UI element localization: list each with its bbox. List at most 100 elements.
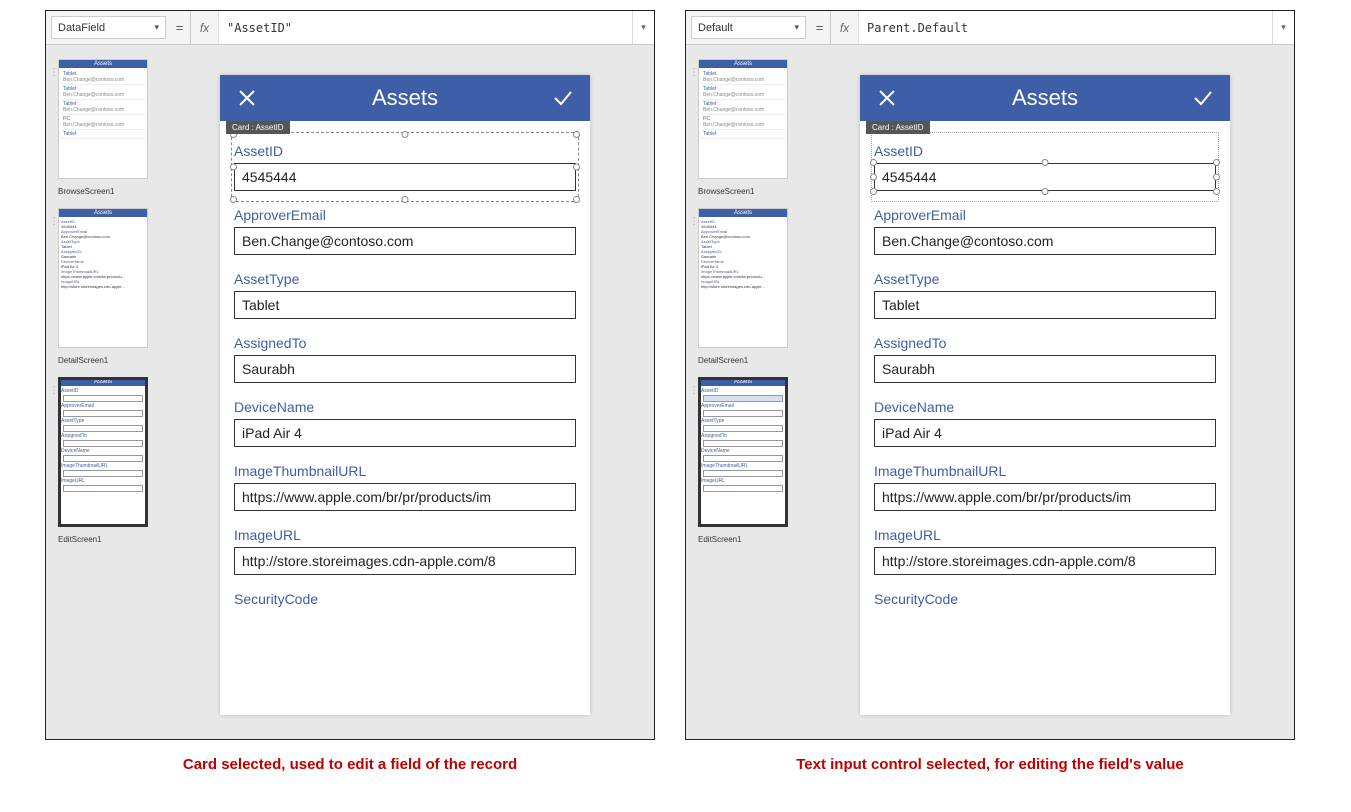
field-input[interactable] — [234, 291, 576, 319]
equals-button[interactable]: = — [809, 11, 831, 44]
check-icon[interactable] — [1190, 85, 1216, 111]
form-body: AssetID ApproverEmail AssetTyp — [220, 121, 590, 627]
thumb-label-browse: BrowseScreen1 — [58, 187, 152, 196]
field-label: ImageThumbnailURL — [234, 463, 576, 479]
formula-input[interactable]: Parent.Default — [859, 11, 1272, 44]
card-approveremail[interactable]: ApproverEmail — [234, 199, 576, 263]
right-caption: Text input control selected, for editing… — [685, 756, 1295, 773]
card-assettype[interactable]: AssetType — [234, 263, 576, 327]
card-assignedto[interactable]: AssignedTo — [234, 327, 576, 391]
field-input-assetid[interactable] — [234, 163, 576, 191]
formula-bar: DataField ▾ = fx "AssetID" ▾ — [46, 11, 654, 45]
thumb-header: Assets — [59, 378, 147, 386]
formula-input[interactable]: "AssetID" — [219, 11, 632, 44]
close-icon[interactable] — [234, 85, 260, 111]
field-label: AssetID — [874, 143, 1216, 159]
card-approveremail[interactable]: ApproverEmail — [874, 199, 1216, 263]
thumb-detail[interactable]: Assets AssetID4545444 ApproverEmailBen.C… — [698, 208, 788, 348]
left-caption: Card selected, used to edit a field of t… — [45, 756, 655, 773]
formula-bar: Default ▾ = fx Parent.Default ▾ — [686, 11, 1294, 45]
equals-button[interactable]: = — [169, 11, 191, 44]
screen-thumbnails: ⋯ Assets TabletBen.Change@contoso.com Ta… — [686, 45, 796, 739]
card-assetid[interactable]: AssetID — [874, 135, 1216, 199]
card-securitycode[interactable]: SecurityCode — [874, 583, 1216, 619]
card-badge: Card : AssetID — [866, 121, 930, 134]
chevron-down-icon: ▾ — [154, 22, 159, 33]
phone-header: Assets — [860, 75, 1230, 121]
thumb-label-edit: EditScreen1 — [58, 535, 152, 544]
thumb-header: Assets — [699, 378, 787, 386]
field-input[interactable] — [874, 291, 1216, 319]
field-input[interactable] — [234, 419, 576, 447]
field-label: ImageThumbnailURL — [874, 463, 1216, 479]
left-editor-panel: DataField ▾ = fx "AssetID" ▾ ⋯ Assets Ta… — [45, 10, 655, 740]
field-input[interactable] — [874, 483, 1216, 511]
field-input[interactable] — [874, 419, 1216, 447]
thumb-browse[interactable]: Assets TabletBen.Change@contoso.com Tabl… — [58, 59, 148, 179]
property-select-value: DataField — [58, 22, 105, 34]
card-badge: Card : AssetID — [226, 121, 290, 134]
thumb-header: Assets — [699, 60, 787, 68]
thumb-browse[interactable]: Assets TabletBen.Change@contoso.com Tabl… — [698, 59, 788, 179]
field-label: SecurityCode — [874, 591, 1216, 607]
formula-context-dropdown[interactable]: ▾ — [632, 11, 654, 44]
property-select[interactable]: Default ▾ — [691, 16, 806, 39]
thumb-header: Assets — [699, 209, 787, 217]
chevron-down-icon: ▾ — [794, 22, 799, 33]
field-label: SecurityCode — [234, 591, 576, 607]
field-input[interactable] — [874, 547, 1216, 575]
field-label: DeviceName — [234, 399, 576, 415]
card-imagethumbnailurl[interactable]: ImageThumbnailURL — [874, 455, 1216, 519]
card-assignedto[interactable]: AssignedTo — [874, 327, 1216, 391]
field-label: ImageURL — [874, 527, 1216, 543]
phone-header: Assets — [220, 75, 590, 121]
field-input[interactable] — [234, 355, 576, 383]
field-input-assetid[interactable] — [874, 163, 1216, 191]
card-assettype[interactable]: AssetType — [874, 263, 1216, 327]
phone-title: Assets — [900, 85, 1190, 111]
fx-button[interactable]: fx — [191, 11, 219, 44]
field-label: AssetType — [234, 271, 576, 287]
thumb-label-browse: BrowseScreen1 — [698, 187, 792, 196]
phone-title: Assets — [260, 85, 550, 111]
thumb-label-detail: DetailScreen1 — [698, 356, 792, 365]
field-label: AssetType — [874, 271, 1216, 287]
phone-preview: Assets Card : AssetID AssetID — [860, 75, 1230, 715]
thumb-label-edit: EditScreen1 — [698, 535, 792, 544]
card-devicename[interactable]: DeviceName — [234, 391, 576, 455]
card-imageurl[interactable]: ImageURL — [874, 519, 1216, 583]
thumb-edit[interactable]: Assets AssetID ApproverEmail AssetType A… — [698, 377, 788, 527]
phone-preview: Assets Card : AssetID AssetID — [220, 75, 590, 715]
field-label: AssignedTo — [874, 335, 1216, 351]
field-label: AssignedTo — [234, 335, 576, 351]
card-imageurl[interactable]: ImageURL — [234, 519, 576, 583]
screen-thumbnails: ⋯ Assets TabletBen.Change@contoso.com Ta… — [46, 45, 156, 739]
field-input[interactable] — [234, 547, 576, 575]
property-select-value: Default — [698, 22, 733, 34]
field-input[interactable] — [874, 355, 1216, 383]
field-input[interactable] — [234, 227, 576, 255]
property-select[interactable]: DataField ▾ — [51, 16, 166, 39]
thumb-header: Assets — [59, 60, 147, 68]
thumb-header: Assets — [59, 209, 147, 217]
field-label: DeviceName — [874, 399, 1216, 415]
field-input[interactable] — [234, 483, 576, 511]
field-label: ApproverEmail — [234, 207, 576, 223]
right-editor-panel: Default ▾ = fx Parent.Default ▾ ⋯ Assets… — [685, 10, 1295, 740]
field-label: AssetID — [234, 143, 576, 159]
thumb-label-detail: DetailScreen1 — [58, 356, 152, 365]
check-icon[interactable] — [550, 85, 576, 111]
card-assetid[interactable]: AssetID — [234, 135, 576, 199]
close-icon[interactable] — [874, 85, 900, 111]
thumb-detail[interactable]: Assets AssetID4545444 ApproverEmailBen.C… — [58, 208, 148, 348]
formula-context-dropdown[interactable]: ▾ — [1272, 11, 1294, 44]
card-securitycode[interactable]: SecurityCode — [234, 583, 576, 619]
fx-button[interactable]: fx — [831, 11, 859, 44]
field-label: ApproverEmail — [874, 207, 1216, 223]
thumb-edit[interactable]: Assets AssetID ApproverEmail AssetType A… — [58, 377, 148, 527]
card-devicename[interactable]: DeviceName — [874, 391, 1216, 455]
field-input[interactable] — [874, 227, 1216, 255]
field-label: ImageURL — [234, 527, 576, 543]
form-body: AssetID ApproverEmail — [860, 121, 1230, 627]
card-imagethumbnailurl[interactable]: ImageThumbnailURL — [234, 455, 576, 519]
